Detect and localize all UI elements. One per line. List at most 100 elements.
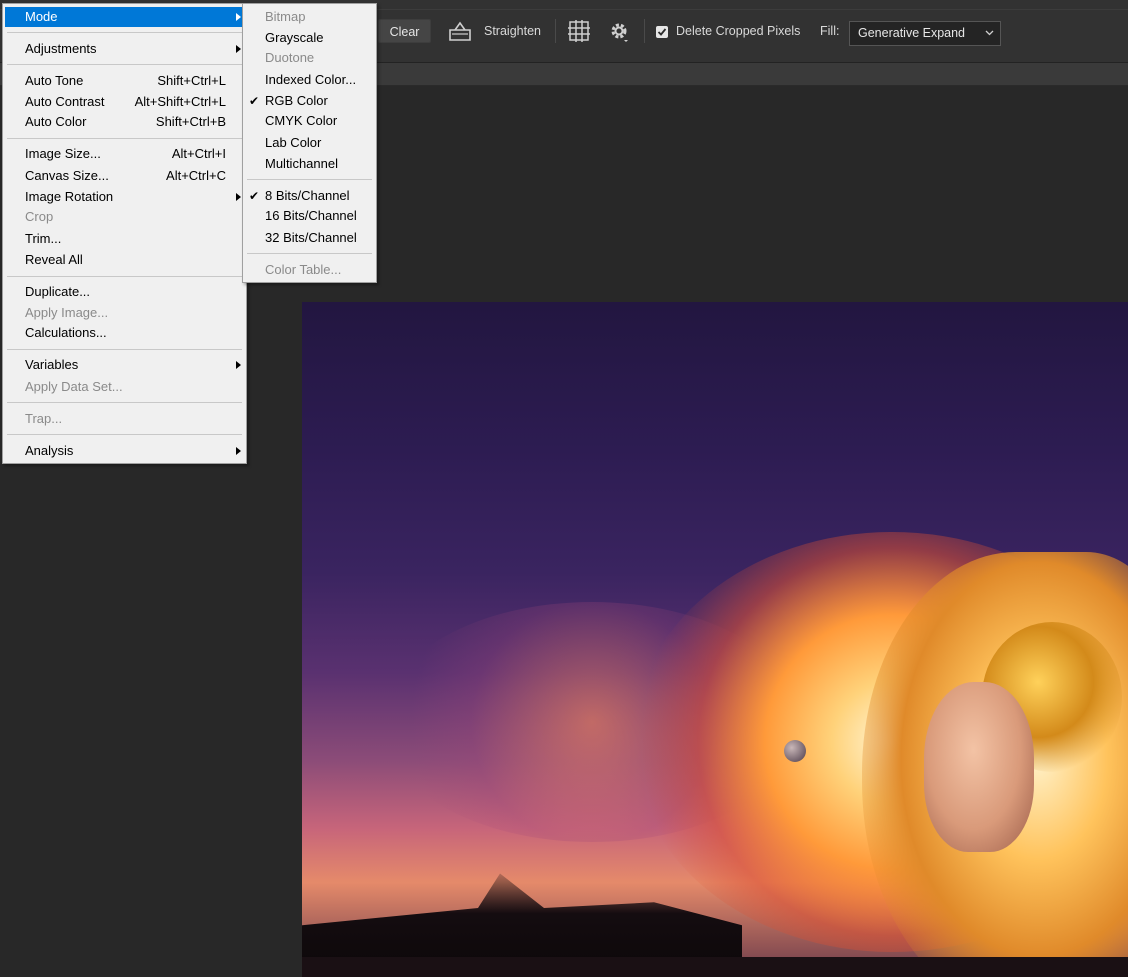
menu-item-shortcut: Shift+Ctrl+L (157, 73, 226, 88)
image-planet (784, 740, 806, 762)
menu-item-auto-tone[interactable]: Auto Tone Shift+Ctrl+L (5, 71, 244, 91)
submenu-arrow-icon (236, 361, 241, 369)
menu-separator (7, 32, 242, 33)
mode-item-color-table: Color Table... (245, 260, 374, 280)
menu-item-label: CMYK Color (265, 113, 338, 128)
fill-dropdown[interactable]: Generative Expand (849, 21, 1001, 46)
menu-item-label: Auto Contrast (25, 94, 105, 109)
menu-item-label: Image Rotation (25, 189, 114, 204)
menu-item-auto-contrast[interactable]: Auto Contrast Alt+Shift+Ctrl+L (5, 92, 244, 112)
menu-item-label: Adjustments (25, 41, 97, 56)
menu-item-analysis[interactable]: Analysis (5, 441, 244, 461)
menu-item-shortcut: Shift+Ctrl+B (155, 114, 226, 129)
menu-item-adjustments[interactable]: Adjustments (5, 39, 244, 59)
menu-item-label: Analysis (25, 443, 74, 458)
menu-separator (7, 138, 242, 139)
mode-item-32-bits[interactable]: 32 Bits/Channel (245, 228, 374, 248)
menu-item-label: RGB Color (265, 93, 328, 108)
menu-item-image-size[interactable]: Image Size... Alt+Ctrl+I (5, 144, 244, 164)
menu-separator (7, 434, 242, 435)
delete-cropped-checkbox[interactable] (656, 26, 668, 38)
menu-item-canvas-size[interactable]: Canvas Size... Alt+Ctrl+C (5, 166, 244, 186)
fill-value: Generative Expand (858, 26, 966, 40)
menu-item-label: Lab Color (265, 135, 322, 150)
mode-item-cmyk-color[interactable]: CMYK Color (245, 111, 374, 131)
menu-item-label: Color Table... (265, 262, 342, 277)
mode-item-8-bits[interactable]: ✔ 8 Bits/Channel (245, 186, 374, 206)
menu-item-label: Apply Image... (25, 305, 109, 320)
document-image[interactable] (302, 302, 1128, 977)
image-face (924, 682, 1034, 852)
image-ground (302, 957, 1128, 977)
grid-overlay-icon[interactable] (568, 20, 590, 45)
menu-item-label: Trim... (25, 231, 62, 246)
submenu-arrow-icon (236, 193, 241, 201)
menu-item-variables[interactable]: Variables (5, 355, 244, 375)
menu-item-image-rotation[interactable]: Image Rotation (5, 187, 244, 207)
menu-item-label: Crop (25, 209, 54, 224)
menu-item-label: Apply Data Set... (25, 379, 123, 394)
menu-item-auto-color[interactable]: Auto Color Shift+Ctrl+B (5, 112, 244, 132)
menu-item-label: Auto Color (25, 114, 87, 129)
menu-item-apply-data-set: Apply Data Set... (5, 377, 244, 397)
checkmark-icon: ✔ (249, 94, 260, 108)
menu-item-trim[interactable]: Trim... (5, 229, 244, 249)
menu-separator (7, 64, 242, 65)
fill-label: Fill: (820, 24, 840, 38)
menu-item-label: Reveal All (25, 252, 83, 267)
menu-item-label: Trap... (25, 411, 63, 426)
mode-item-multichannel[interactable]: Multichannel (245, 154, 374, 174)
gear-icon[interactable] (609, 21, 631, 46)
menu-item-reveal-all[interactable]: Reveal All (5, 250, 244, 270)
menu-separator (7, 402, 242, 403)
menu-separator (7, 349, 242, 350)
menu-separator (7, 276, 242, 277)
menu-item-crop: Crop (5, 207, 244, 227)
mode-item-16-bits[interactable]: 16 Bits/Channel (245, 206, 374, 226)
mode-item-indexed-color[interactable]: Indexed Color... (245, 70, 374, 90)
menu-item-calculations[interactable]: Calculations... (5, 323, 244, 343)
menu-item-trap: Trap... (5, 409, 244, 429)
menu-item-label: Indexed Color... (265, 72, 357, 87)
separator (644, 19, 645, 43)
menu-item-label: Bitmap (265, 9, 306, 24)
menu-item-label: 32 Bits/Channel (265, 230, 357, 245)
checkmark-icon: ✔ (249, 189, 260, 203)
mode-item-rgb-color[interactable]: ✔ RGB Color (245, 91, 374, 111)
delete-cropped-label[interactable]: Delete Cropped Pixels (676, 24, 800, 38)
menu-item-label: Duotone (265, 50, 315, 65)
submenu-arrow-icon (236, 45, 241, 53)
menu-item-label: Mode (25, 9, 58, 24)
menu-item-label: Image Size... (25, 146, 101, 161)
menu-item-label: Duplicate... (25, 284, 91, 299)
checkmark-icon (657, 28, 667, 36)
menu-item-duplicate[interactable]: Duplicate... (5, 282, 244, 302)
menu-item-shortcut: Alt+Ctrl+C (166, 168, 226, 183)
straighten-label[interactable]: Straighten (484, 24, 541, 38)
menu-item-label: Multichannel (265, 156, 338, 171)
menu-item-mode[interactable]: Mode (5, 7, 244, 27)
menu-item-shortcut: Alt+Ctrl+I (171, 146, 226, 161)
menu-separator (247, 179, 372, 180)
mode-item-lab-color[interactable]: Lab Color (245, 133, 374, 153)
straighten-icon[interactable] (448, 20, 472, 45)
mode-item-duotone: Duotone (245, 48, 374, 68)
submenu-arrow-icon (236, 447, 241, 455)
chevron-down-icon (985, 30, 994, 36)
separator (555, 19, 556, 43)
menu-separator (247, 253, 372, 254)
menu-item-label: Grayscale (265, 30, 324, 45)
menu-item-label: Calculations... (25, 325, 107, 340)
menu-item-label: Auto Tone (25, 73, 84, 88)
menu-item-shortcut: Alt+Shift+Ctrl+L (134, 94, 226, 109)
submenu-arrow-icon (236, 13, 241, 21)
mode-item-grayscale[interactable]: Grayscale (245, 28, 374, 48)
mode-submenu: Bitmap Grayscale Duotone Indexed Color..… (242, 3, 377, 283)
image-menu: Mode Adjustments Auto Tone Shift+Ctrl+L … (2, 3, 247, 464)
menu-item-label: 8 Bits/Channel (265, 188, 350, 203)
clear-button[interactable]: Clear (378, 19, 431, 43)
menu-item-label: 16 Bits/Channel (265, 208, 357, 223)
menu-item-label: Variables (25, 357, 79, 372)
menu-item-apply-image: Apply Image... (5, 303, 244, 323)
mode-item-bitmap: Bitmap (245, 7, 374, 27)
